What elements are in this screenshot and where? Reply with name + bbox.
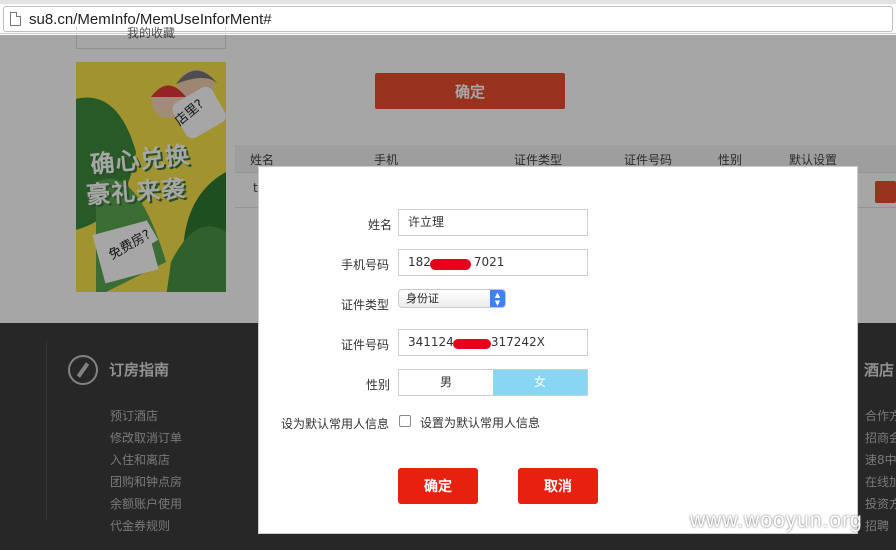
edit-contact-dialog: 姓名 许立理 手机号码 182 7021 证件类型 身份证 ▲ ▼ 证件号码 341… <box>258 166 858 534</box>
watermark-text: www.wooyun.org <box>690 509 863 532</box>
confirm-button[interactable]: 确定 <box>398 468 478 504</box>
id-type-value: 身份证 <box>406 292 439 305</box>
gender-option-female[interactable]: 女 <box>493 370 587 395</box>
gender-option-male[interactable]: 男 <box>399 370 493 395</box>
default-contact-label: 设为默认常用人信息 <box>281 417 390 431</box>
phone-suffix: 7021 <box>473 255 505 269</box>
id-number-field[interactable]: 341124 317242X <box>398 329 588 356</box>
name-value: 许立理 <box>408 215 445 229</box>
id-type-select[interactable]: 身份证 ▲ ▼ <box>398 289 506 308</box>
gender-label: 性别 <box>366 378 391 392</box>
default-contact-checkbox-label[interactable]: 设置为默认常用人信息 <box>420 414 540 431</box>
url-text[interactable]: su8.cn/MemInfo/MemUseInforMent# <box>29 11 272 28</box>
phone-label: 手机号码 <box>341 258 390 272</box>
cancel-button[interactable]: 取消 <box>518 468 598 504</box>
name-label: 姓名 <box>368 218 393 232</box>
page-icon <box>10 12 21 26</box>
redaction-mark <box>430 259 471 270</box>
default-contact-checkbox[interactable] <box>399 415 411 427</box>
redaction-mark <box>453 339 491 349</box>
phone-field[interactable]: 182 7021 <box>398 249 588 276</box>
gender-toggle: 男 女 <box>398 369 588 396</box>
id-suffix: 317242X <box>490 335 545 349</box>
id-type-label: 证件类型 <box>341 298 390 312</box>
name-field[interactable]: 许立理 <box>398 209 588 236</box>
id-prefix: 341124 <box>408 335 454 349</box>
id-number-label: 证件号码 <box>341 338 390 352</box>
phone-prefix: 182 <box>408 255 431 269</box>
chevron-up-down-icon: ▲ ▼ <box>490 290 505 307</box>
